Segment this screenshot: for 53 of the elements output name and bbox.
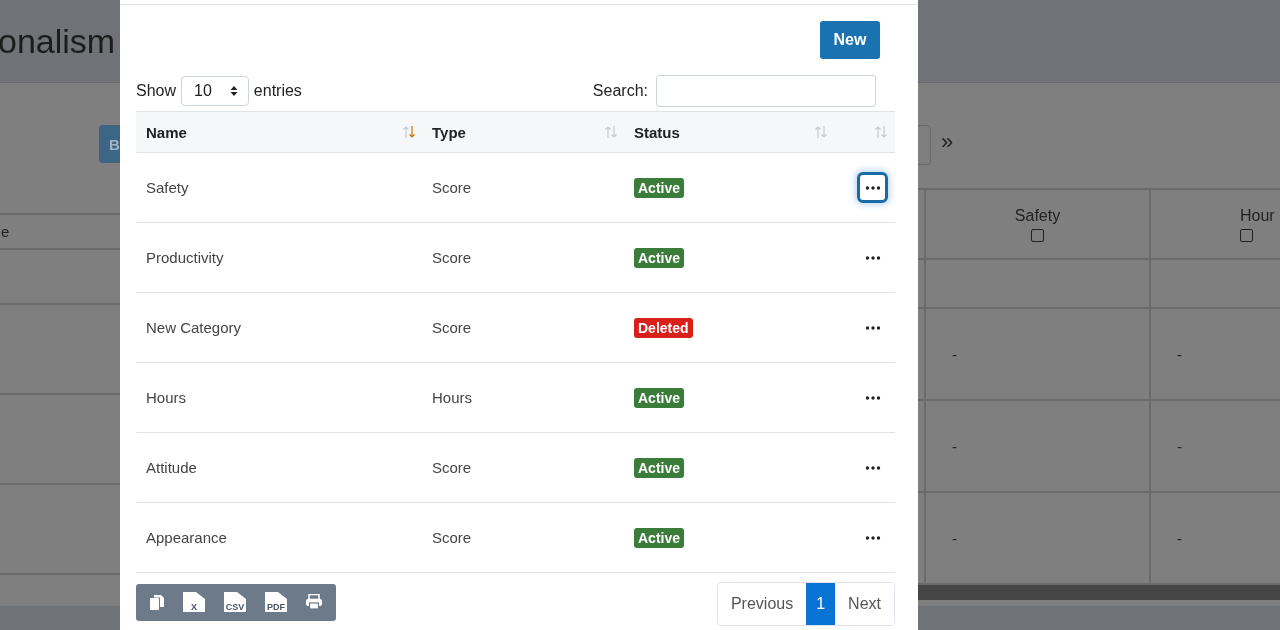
ellipsis-icon — [864, 395, 881, 400]
status-badge: Active — [634, 177, 685, 198]
show-label: Show — [136, 82, 177, 100]
copy-icon — [148, 593, 165, 611]
ellipsis-icon — [864, 535, 881, 540]
entries-select[interactable]: 10 — [181, 76, 249, 106]
page-button[interactable]: 1 — [806, 583, 836, 625]
status-badge: Active — [634, 387, 685, 408]
status-badge: Active — [634, 457, 685, 478]
table-cell: - — [952, 345, 957, 363]
table-cell: - — [1177, 437, 1182, 455]
scrollbar[interactable] — [918, 585, 1280, 600]
column-header: Hour — [1240, 206, 1275, 225]
table-cell: Score — [432, 319, 472, 336]
column-header: e — [1, 223, 10, 240]
sort-caret-icon — [229, 85, 238, 97]
ellipsis-icon — [864, 255, 881, 260]
ellipsis-icon — [864, 465, 881, 470]
column-header[interactable]: Status — [634, 123, 680, 141]
search-label: Search: — [592, 82, 648, 100]
table-cell: Safety — [146, 179, 189, 196]
table-cell: - — [1177, 529, 1182, 547]
last-page-link[interactable]: » — [941, 129, 954, 155]
table-cell: Productivity — [146, 249, 224, 266]
sort-icon[interactable] — [402, 125, 416, 139]
table-cell: New Category — [146, 319, 242, 336]
table-cell: - — [952, 529, 957, 547]
table-cell: Score — [432, 459, 472, 476]
table-cell: Score — [432, 249, 472, 266]
ellipsis-icon — [864, 325, 881, 330]
table-cell: Hours — [432, 389, 472, 406]
page-title: onalism — [0, 21, 116, 61]
table-cell: - — [1177, 345, 1182, 363]
checkbox[interactable] — [1240, 228, 1253, 242]
print-icon — [305, 594, 324, 610]
status-badge: Deleted — [634, 317, 693, 338]
column-header[interactable]: Name — [146, 123, 187, 141]
table-cell: Appearance — [146, 529, 227, 546]
table-cell: Hours — [146, 389, 186, 406]
ellipsis-icon — [864, 185, 881, 190]
table-cell: Score — [432, 179, 472, 196]
status-badge: Active — [634, 247, 685, 268]
table-cell: Attitude — [146, 459, 197, 476]
checkbox[interactable] — [1031, 228, 1044, 242]
table-cell: Score — [432, 529, 472, 546]
column-header[interactable]: Type — [432, 123, 466, 141]
status-badge: Active — [634, 527, 685, 548]
new-button[interactable]: New — [820, 21, 880, 59]
more-button[interactable] — [857, 172, 888, 203]
column-header: Safety — [1014, 206, 1061, 225]
search-field[interactable] — [656, 75, 876, 107]
entries-label: entries — [253, 82, 302, 100]
table-cell: - — [952, 437, 957, 455]
